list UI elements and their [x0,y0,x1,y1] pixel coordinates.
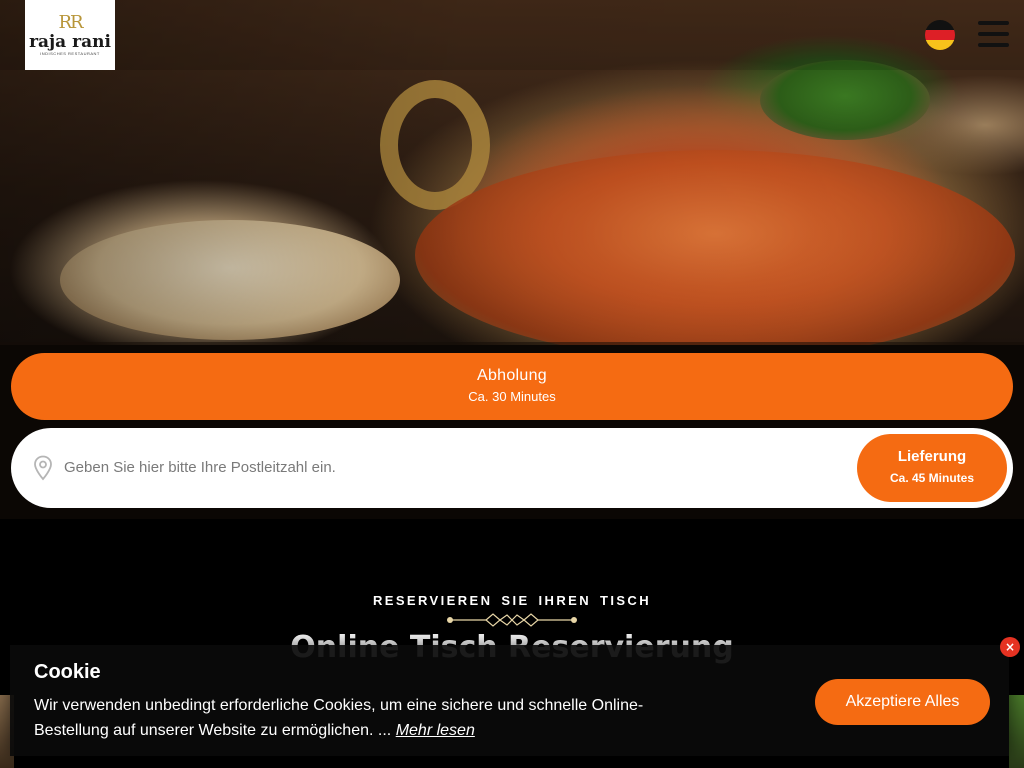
germany-flag-icon[interactable] [925,20,955,50]
logo-mark-icon: RR [58,12,83,33]
pickup-time: Ca. 30 Minutes [468,389,556,404]
cookie-banner: Cookie Wir verwenden unbedingt erforderl… [10,645,1009,756]
page: RR raja rani INDISCHES RESTAURANT Abholu… [0,0,1024,768]
delivery-label: Lieferung [897,448,967,465]
delivery-time: Ca. 45 Minutes [889,471,975,485]
location-pin-icon [34,455,52,481]
zip-code-input[interactable] [64,452,844,482]
background-photo-right [1009,695,1024,768]
restaurant-logo[interactable]: RR raja rani INDISCHES RESTAURANT [25,0,115,70]
cookie-text: Wir verwenden unbedingt erforderliche Co… [34,693,684,743]
top-header: RR raja rani INDISCHES RESTAURANT [0,0,1024,70]
logo-name: raja rani [29,32,111,52]
cookie-read-more-link[interactable]: Mehr lesen [396,722,475,739]
cookie-description: Wir verwenden unbedingt erforderliche Co… [34,697,644,739]
hamburger-menu-icon[interactable] [978,21,1009,47]
cookie-close-icon[interactable]: × [1000,637,1020,657]
logo-subtitle: INDISCHES RESTAURANT [40,51,100,56]
accept-all-cookies-button[interactable]: Akzeptiere Alles [815,679,990,725]
cookie-title: Cookie [34,661,101,683]
pickup-button[interactable]: Abholung Ca. 30 Minutes [11,353,1013,420]
ornament-divider-icon [447,613,577,627]
delivery-button[interactable]: Lieferung Ca. 45 Minutes [857,434,1007,502]
reservation-eyebrow: RESERVIEREN SIE IHREN TISCH [373,593,651,608]
pickup-label: Abholung [476,367,548,384]
